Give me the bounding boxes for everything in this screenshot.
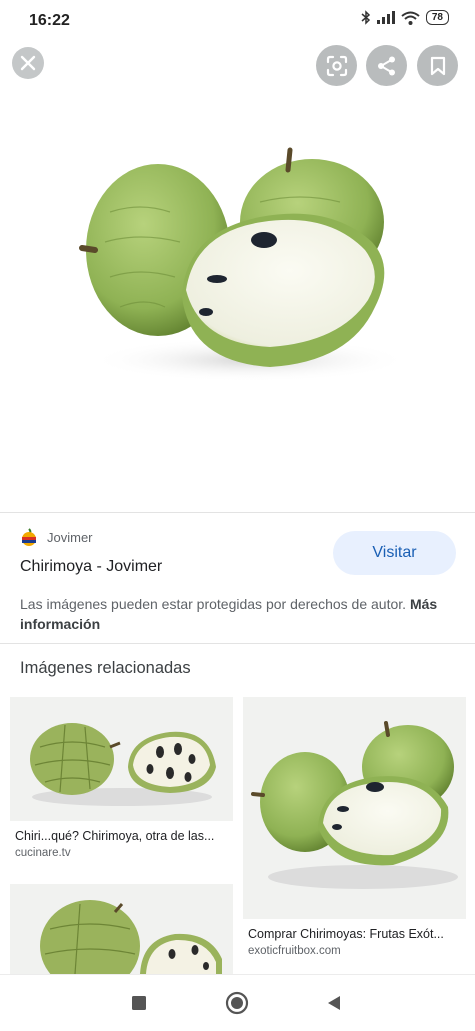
page-title[interactable]: Chirimoya - Jovimer [20, 558, 162, 576]
bluetooth-icon [361, 10, 370, 25]
source-name: Jovimer [47, 529, 93, 545]
system-nav-bar [0, 974, 475, 1031]
source-row[interactable]: Jovimer [20, 528, 93, 546]
close-icon [20, 55, 36, 71]
related-card-title: Chiri...qué? Chirimoya, otra de las... [15, 829, 215, 843]
copyright-notice: Las imágenes pueden estar protegidas por… [20, 594, 440, 634]
back-triangle-icon [328, 996, 340, 1010]
related-thumbnail [10, 884, 233, 974]
related-card-title: Comprar Chirimoyas: Frutas Exót... [248, 927, 444, 941]
visit-button[interactable]: Visitar [333, 531, 456, 575]
cherimoya-thumbnail [30, 723, 216, 806]
cherimoya-thumbnail [251, 721, 458, 889]
share-button[interactable] [366, 45, 407, 86]
related-card-source: cucinare.tv [15, 847, 71, 859]
status-icons: 78 [361, 10, 449, 25]
home-circle-icon [225, 991, 249, 1015]
back-button[interactable] [320, 989, 348, 1017]
cherimoya-image [79, 147, 410, 382]
share-icon [377, 56, 395, 75]
hero-image[interactable] [0, 92, 475, 512]
bookmark-icon [430, 56, 445, 75]
battery-indicator: 78 [425, 10, 449, 25]
divider [0, 643, 475, 644]
related-card[interactable] [10, 884, 233, 974]
close-button[interactable] [12, 47, 44, 79]
related-card[interactable]: Comprar Chirimoyas: Frutas Exót... exoti… [243, 697, 466, 957]
divider [0, 512, 475, 513]
notice-text: Las imágenes pueden estar protegidas por… [20, 596, 407, 612]
related-thumbnail [10, 697, 233, 821]
related-card[interactable]: Chiri...qué? Chirimoya, otra de las... c… [10, 697, 233, 859]
lens-icon [326, 55, 347, 76]
wifi-icon [401, 11, 420, 25]
signal-icon [376, 11, 395, 24]
lens-button[interactable] [316, 45, 357, 86]
related-card-source: exoticfruitbox.com [248, 945, 341, 957]
save-button[interactable] [417, 45, 458, 86]
square-icon [132, 996, 146, 1010]
site-favicon-icon [22, 528, 36, 546]
related-heading: Imágenes relacionadas [20, 659, 191, 677]
cherimoya-thumbnail [40, 900, 222, 974]
home-button[interactable] [223, 989, 251, 1017]
recents-button[interactable] [125, 989, 153, 1017]
status-bar: 16:22 78 [0, 0, 475, 40]
related-thumbnail [243, 697, 466, 919]
status-time: 16:22 [29, 12, 70, 29]
